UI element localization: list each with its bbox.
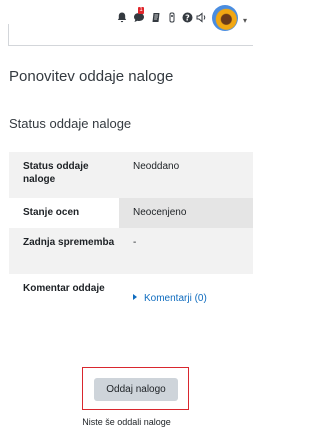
help-icon[interactable]: ? [182, 12, 193, 23]
bell-icon[interactable] [117, 12, 127, 23]
row-value-submission-comments: Komentarji (0) [119, 274, 253, 326]
row-value-submission-status: Neoddano [133, 161, 180, 172]
row-value-last-modified: - [133, 237, 137, 248]
svg-text:?: ? [185, 14, 190, 23]
sound-icon[interactable] [196, 12, 207, 23]
submit-highlight-box: Oddaj nalogo [82, 367, 189, 410]
row-label-submission-comments: Komentar oddaje [23, 283, 105, 294]
notification-count-badge: 1 [138, 7, 144, 14]
status-heading: Status oddaje naloge [9, 116, 132, 131]
comments-link-label: Komentarji (0) [144, 293, 207, 304]
table-row: Komentar oddaje Komentarji (0) [9, 274, 253, 326]
not-submitted-note: Niste še oddali naloge [82, 417, 171, 427]
caret-right-icon [133, 294, 137, 300]
document-icon[interactable] [151, 12, 161, 23]
table-row: Status oddaje naloge Neoddano [9, 152, 253, 198]
previous-card-edge [8, 24, 253, 46]
table-row: Zadnja sprememba - [9, 228, 253, 274]
table-row: Stanje ocen Neocenjeno [9, 198, 253, 228]
row-label-grading-status: Stanje ocen [23, 207, 80, 218]
row-label-last-modified: Zadnja sprememba [23, 237, 115, 248]
chat-icon[interactable]: 1 [133, 7, 145, 23]
row-value-grading-status: Neocenjeno [119, 198, 253, 228]
page-title: Ponovitev oddaje naloge [9, 68, 174, 85]
comments-toggle-link[interactable]: Komentarji (0) [133, 292, 207, 305]
submission-status-table: Status oddaje naloge Neoddano Stanje oce… [9, 152, 253, 326]
submit-assignment-button[interactable]: Oddaj nalogo [94, 378, 178, 401]
row-label-submission-status: Status oddaje naloge [23, 161, 89, 185]
toggle-icon[interactable] [169, 12, 175, 23]
